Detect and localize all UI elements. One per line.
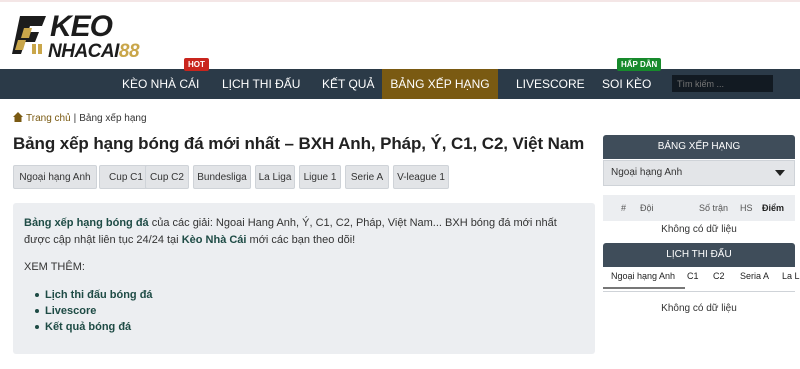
nav-item-ket-qua[interactable]: KẾT QUẢ (322, 69, 374, 99)
nav-item-lich-thi-dau[interactable]: LỊCH THI ĐẤU (222, 69, 300, 99)
breadcrumb-home-link[interactable]: Trang chủ (26, 113, 71, 124)
col-played: Số trận (699, 203, 729, 213)
league-tab-bundesliga[interactable]: Bundesliga (193, 165, 251, 189)
col-gd: HS (740, 203, 753, 213)
schedule-tab-active-indicator (603, 287, 685, 289)
link-ket-qua[interactable]: Kết quả bóng đá (35, 319, 153, 335)
league-tab-cup-c2[interactable]: Cup C2 (145, 165, 189, 189)
site-logo[interactable]: KEO NHACAI88 (12, 10, 162, 62)
link-lich-thi-dau[interactable]: Lịch thi đấu bóng đá (35, 287, 153, 303)
breadcrumb-separator: | (73, 113, 77, 124)
league-tab-v-league-1[interactable]: V-league 1 (393, 165, 449, 189)
top-border (0, 0, 800, 2)
schedule-tab-la-liga[interactable]: La L (782, 271, 800, 281)
schedule-tab-seria-a[interactable]: Seria A (740, 271, 769, 281)
info-lead-link[interactable]: Bảng xếp hạng bóng đá (24, 217, 149, 229)
nav-item-livescore[interactable]: LIVESCORE (516, 69, 585, 99)
schedule-tab-c2[interactable]: C2 (713, 271, 725, 281)
logo-text-keo: KEO (50, 10, 113, 43)
schedule-tab-ngoai-hang-anh[interactable]: Ngoại hạng Anh (611, 271, 675, 281)
league-tab-ngoai-hang-anh[interactable]: Ngoại hạng Anh (13, 165, 97, 189)
breadcrumb-current: Bảng xếp hạng (79, 113, 147, 124)
link-livescore[interactable]: Livescore (35, 303, 153, 319)
page-title: Bảng xếp hạng bóng đá mới nhất – BXH Anh… (13, 134, 585, 153)
hot-badge: HOT (184, 58, 209, 71)
schedule-tabs: Ngoại hạng Anh C1 C2 Seria A La L (603, 268, 800, 288)
schedule-header: LỊCH THI ĐẤU (603, 243, 795, 267)
hap-dan-badge: HẤP DẪN (617, 58, 662, 71)
league-tab-la-liga[interactable]: La Liga (255, 165, 295, 189)
league-select[interactable]: Ngoại hạng Anh (603, 160, 795, 186)
schedule-tab-c1[interactable]: C1 (687, 271, 699, 281)
info-paragraph: Bảng xếp hạng bóng đá của các giải: Ngoa… (24, 217, 557, 246)
nav-item-bang-xep-hang[interactable]: BẢNG XẾP HẠNG (382, 69, 498, 99)
nav-item-soi-keo[interactable]: SOI KÈO (602, 69, 651, 99)
nav-item-keo-nha-cai[interactable]: KÈO NHÀ CÁI (122, 69, 199, 99)
see-more-label: XEM THÊM: (24, 261, 85, 273)
see-more-list: Lịch thi đấu bóng đá Livescore Kết quả b… (35, 287, 153, 335)
league-tab-serie-a[interactable]: Serie A (345, 165, 389, 189)
info-box: Bảng xếp hạng bóng đá của các giải: Ngoa… (13, 203, 595, 354)
col-team: Đội (640, 203, 654, 213)
logo-text-nhacai: NHACAI88 (48, 41, 140, 62)
standings-table-header: # Đội Số trận HS Điểm (603, 195, 795, 221)
home-icon (13, 112, 23, 122)
league-tab-ligue-1[interactable]: Ligue 1 (299, 165, 341, 189)
standings-empty: Không có dữ liệu (661, 224, 737, 235)
league-select-value: Ngoại hạng Anh (611, 167, 683, 178)
breadcrumb: Trang chủ | Bảng xếp hạng (13, 111, 147, 124)
col-rank: # (621, 203, 627, 213)
schedule-divider (603, 291, 795, 292)
caret-down-icon (775, 170, 785, 176)
col-points: Điểm (762, 203, 785, 213)
schedule-empty: Không có dữ liệu (661, 303, 737, 314)
search-input[interactable] (672, 75, 773, 92)
logo-mark-icon (12, 16, 46, 54)
standings-header: BẢNG XẾP HẠNG (603, 135, 795, 159)
info-brand-link[interactable]: Kèo Nhà Cái (182, 234, 247, 246)
